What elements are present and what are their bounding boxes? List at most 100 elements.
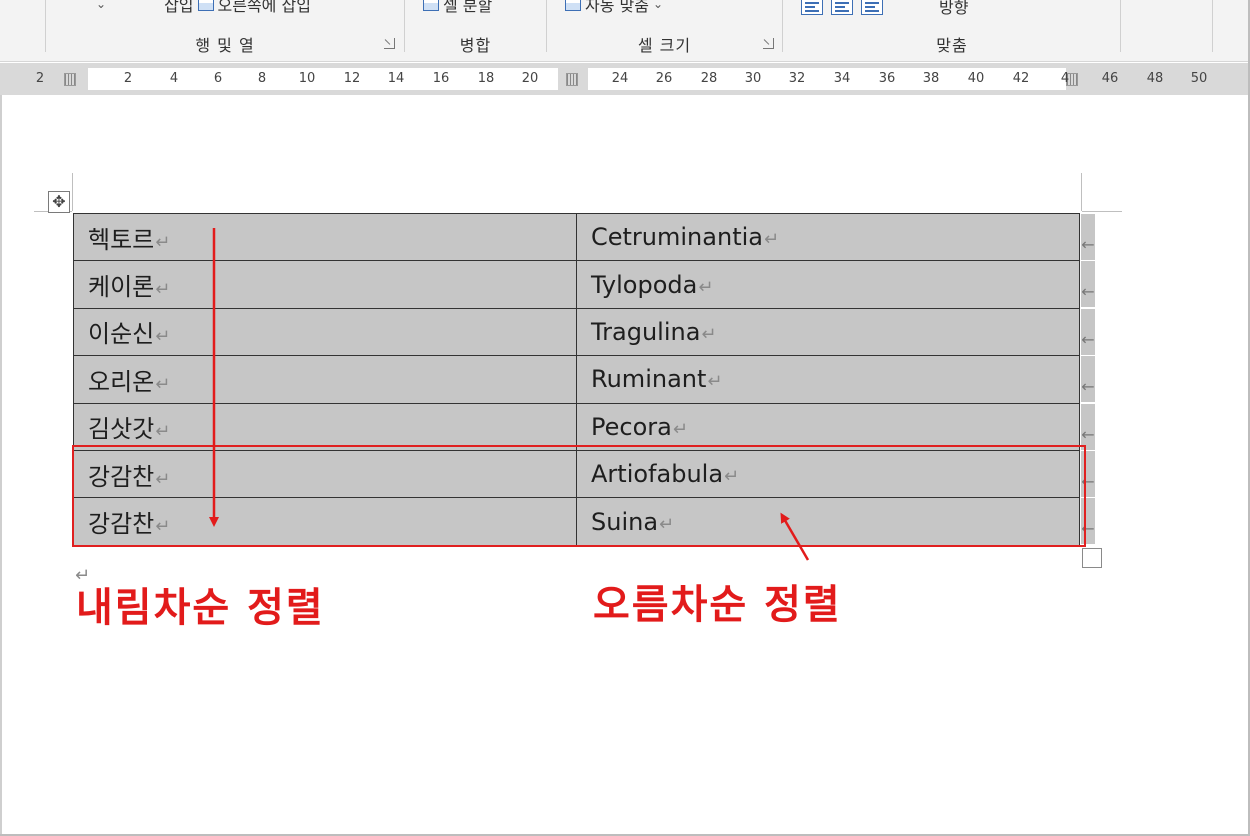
cell-end-mark: ↵: [707, 371, 723, 393]
ruler-tick-label: 30: [744, 71, 762, 86]
column-marker-icon[interactable]: [566, 73, 578, 86]
document-page[interactable]: ✥ 헥토르↵ Cetruminantia↵ 케이론↵ Tylopoda↵ 이순신↵ Tra…: [0, 95, 1250, 836]
ruler-tick-label: 18: [477, 71, 495, 86]
split-cells-icon: [423, 0, 439, 11]
ruler-tick-label: 8: [257, 71, 267, 86]
table-row[interactable]: 오리온↵ Ruminant↵: [73, 355, 1080, 404]
cell-end-mark: ↵: [672, 418, 688, 440]
split-cells-button[interactable]: 셀 분할: [443, 0, 492, 16]
taxon-cell[interactable]: Ruminant↵: [576, 355, 1080, 404]
horizontal-ruler[interactable]: 2 2 4 6 8 10 12 14 16 18 20 24 26 28 30 32 34 36 38 40 42 4 46…: [0, 63, 1250, 95]
alignment-buttons: 방향: [801, 0, 968, 18]
cell-end-mark: ↵: [698, 276, 714, 298]
insert-above-button[interactable]: 삽입: [164, 0, 193, 16]
corner-mark: [1082, 211, 1122, 212]
ruler-tick-label: 46: [1101, 71, 1119, 86]
row-end-mark: ←: [1081, 214, 1095, 260]
row-end-mark: ←: [1081, 308, 1095, 355]
cell-size-buttons: 자동 맞춤 ⌄: [565, 0, 663, 16]
name-cell[interactable]: 김삿갓↵: [73, 402, 577, 451]
name-cell[interactable]: 케이론↵: [73, 260, 577, 309]
ruler-tick-label: 2: [123, 71, 133, 86]
name-cell[interactable]: 헥토르↵: [73, 212, 577, 262]
ruler-tick-label: 34: [833, 71, 851, 86]
group-label-cell-size: 셀 크기: [637, 36, 692, 55]
autofit-icon: [565, 0, 581, 11]
ruler-tick-label: 36: [878, 71, 896, 86]
group-label-alignment: 맞춤: [936, 36, 968, 55]
ruler-tick-label: 4: [169, 71, 179, 86]
merge-buttons: 셀 분할: [423, 0, 492, 16]
group-merge: 셀 분할 병합: [405, 0, 546, 61]
ribbon-divider: [1120, 0, 1121, 52]
dialog-launcher-icon[interactable]: [384, 38, 395, 49]
cell-end-mark: ↵: [155, 279, 171, 301]
cell-end-mark: ↵: [155, 326, 171, 348]
taxon-text: Cetruminantia: [591, 223, 763, 252]
ruler-tick-label: 48: [1146, 71, 1164, 86]
table-row[interactable]: 헥토르↵ Cetruminantia↵: [73, 212, 1080, 262]
ascending-sort-label: 오름차순 정렬: [593, 582, 842, 628]
ruler-tick-label: 12: [343, 71, 361, 86]
insert-right-button[interactable]: 오른쪽에 삽입: [218, 0, 311, 16]
taxon-text: Tylopoda: [591, 270, 698, 299]
ruler-tick-label: 10: [298, 71, 316, 86]
cell-end-mark: ↵: [763, 229, 780, 251]
dialog-launcher-icon[interactable]: [763, 38, 774, 49]
ruler-tick-label: 50: [1190, 71, 1208, 86]
row-end-mark: ←: [1081, 403, 1095, 450]
ruler-tick-label: 38: [922, 71, 940, 86]
ruler-tick-label: 24: [611, 71, 629, 86]
taxon-cell[interactable]: Tylopoda↵: [576, 260, 1080, 309]
group-label-merge: 병합: [459, 36, 492, 55]
name-text: 케이론: [88, 273, 155, 302]
ruler-tick-label: 16: [432, 71, 450, 86]
table-row[interactable]: 케이론↵ Tylopoda↵: [73, 260, 1080, 309]
align-top-center-icon[interactable]: [831, 0, 853, 15]
text-direction-button[interactable]: 방향: [939, 0, 968, 18]
name-text: 김삿갓: [88, 415, 155, 444]
row-end-mark: ←: [1081, 261, 1095, 308]
corner-mark: [72, 173, 73, 211]
name-cell[interactable]: 이순신↵: [73, 307, 577, 357]
taxon-text: Tragulina: [591, 317, 701, 346]
align-top-left-icon[interactable]: [801, 0, 823, 15]
name-text: 오리온: [88, 367, 155, 396]
ruler-tick-label: 6: [213, 71, 223, 86]
insert-row-buttons: ⌄ 삽입 오른쪽에 삽입: [96, 0, 311, 16]
align-top-right-icon[interactable]: [861, 0, 883, 15]
ruler-tick-label: 14: [387, 71, 405, 86]
group-rows-columns: ⌄ 삽입 오른쪽에 삽입 행 및 열: [46, 0, 404, 61]
chevron-down-icon[interactable]: ⌄: [96, 0, 106, 11]
corner-mark: [1081, 173, 1082, 211]
ruler-tick-label: 26: [655, 71, 673, 86]
ruler-tick-label: 4: [1060, 71, 1070, 86]
ruler-tick-label: 32: [788, 71, 806, 86]
table-row[interactable]: 김삿갓↵ Pecora↵: [73, 402, 1080, 451]
taxon-cell[interactable]: Cetruminantia↵: [576, 212, 1080, 262]
ruler-tick-label: 2: [35, 71, 45, 86]
ribbon-divider: [1212, 0, 1213, 52]
ruler-tick-label: 20: [521, 71, 539, 86]
descending-sort-label: 내림차순 정렬: [76, 585, 325, 631]
taxon-text: Ruminant: [591, 365, 707, 394]
name-text: 이순신: [88, 320, 155, 349]
autofit-button[interactable]: 자동 맞춤: [585, 0, 649, 16]
name-cell[interactable]: 오리온↵: [73, 355, 577, 404]
chevron-down-icon[interactable]: ⌄: [653, 0, 663, 11]
taxon-cell[interactable]: Pecora↵: [576, 402, 1080, 451]
name-text: 헥토르: [88, 225, 155, 254]
table-move-handle-icon[interactable]: ✥: [48, 191, 70, 213]
frame-edge: [0, 95, 2, 836]
table-row[interactable]: 이순신↵ Tragulina↵: [73, 307, 1080, 357]
column-marker-icon[interactable]: [64, 73, 76, 86]
table-resize-handle[interactable]: [1082, 548, 1102, 568]
taxon-cell[interactable]: Tragulina↵: [576, 307, 1080, 357]
group-label-rows-columns: 행 및 열: [195, 36, 255, 55]
insert-right-icon: [197, 0, 214, 11]
ruler-tick-label: 28: [700, 71, 718, 86]
cell-end-mark: ↵: [155, 373, 171, 395]
ribbon: ⌄ 삽입 오른쪽에 삽입 행 및 열 셀 분할 병합 자동 맞춤 ⌄ 셀 크기: [0, 0, 1250, 62]
highlight-box: [72, 445, 1086, 547]
cell-end-mark: ↵: [155, 231, 171, 253]
